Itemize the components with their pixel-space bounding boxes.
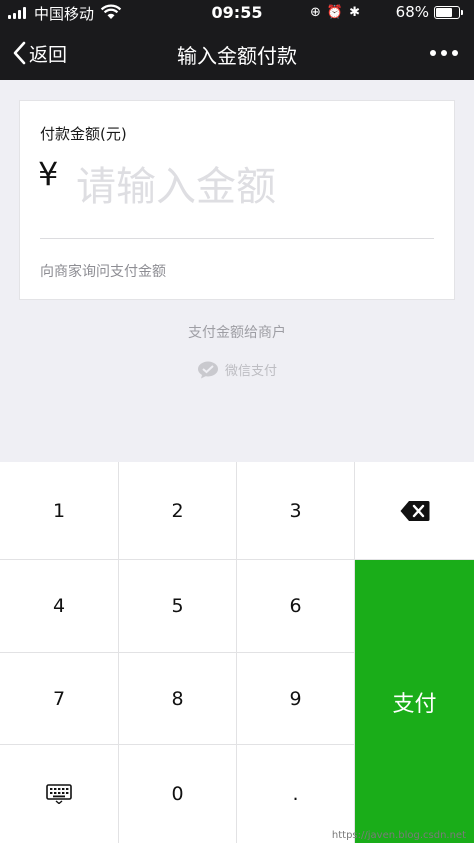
key-3[interactable]: 3 (237, 462, 355, 560)
key-6[interactable]: 6 (237, 560, 355, 653)
wechat-pay-label: 微信支付 (224, 364, 277, 379)
page-title: 输入金额付款 (177, 44, 297, 68)
wechat-pay-footer: 微信支付 (0, 360, 474, 379)
bluetooth-icon: ✱ (349, 5, 366, 20)
pay-button[interactable]: 支付 (355, 560, 474, 843)
status-bar: 中国移动 09:55 ⊕⏰✱ 68% (0, 0, 474, 26)
backspace-icon (400, 500, 429, 521)
battery-level (436, 8, 453, 17)
battery-percent: 68% (395, 3, 429, 21)
key-1[interactable]: 1 (0, 462, 119, 560)
number-keypad: 1 2 3 4 5 6 7 8 9 0 . 支付 https://javen.b… (0, 462, 474, 843)
amount-card: 付款金额(元) ¥ 向商家询问支付金额 (19, 100, 455, 300)
key-0[interactable]: 0 (119, 745, 237, 843)
navigation-bar: 返回 输入金额付款 (0, 26, 474, 80)
battery-icon (434, 6, 463, 19)
hide-keyboard-key[interactable] (0, 745, 119, 843)
alarm-icon: ⏰ (326, 5, 350, 20)
keyboard-hide-icon (46, 784, 72, 804)
wechat-pay-icon (197, 361, 218, 378)
currency-symbol: ¥ (38, 155, 59, 193)
key-5[interactable]: 5 (119, 560, 237, 653)
key-8[interactable]: 8 (119, 653, 237, 745)
divider (40, 238, 434, 239)
key-7[interactable]: 7 (0, 653, 119, 745)
delete-key[interactable] (355, 462, 474, 560)
key-2[interactable]: 2 (119, 462, 237, 560)
watermark: https://javen.blog.csdn.net (331, 830, 466, 841)
amount-label: 付款金额(元) (40, 125, 127, 143)
pay-to-merchant-text: 支付金额给商户 (188, 325, 286, 341)
more-icon[interactable] (430, 50, 458, 58)
ask-merchant-link[interactable]: 向商家询问支付金额 (40, 261, 166, 281)
key-dot[interactable]: . (237, 745, 355, 843)
top-bar: 中国移动 09:55 ⊕⏰✱ 68% 返回 输入金额付款 (0, 0, 474, 80)
amount-input[interactable] (76, 159, 436, 215)
screen-lock-icon: ⊕ (310, 5, 327, 20)
key-4[interactable]: 4 (0, 560, 119, 653)
key-9[interactable]: 9 (237, 653, 355, 745)
